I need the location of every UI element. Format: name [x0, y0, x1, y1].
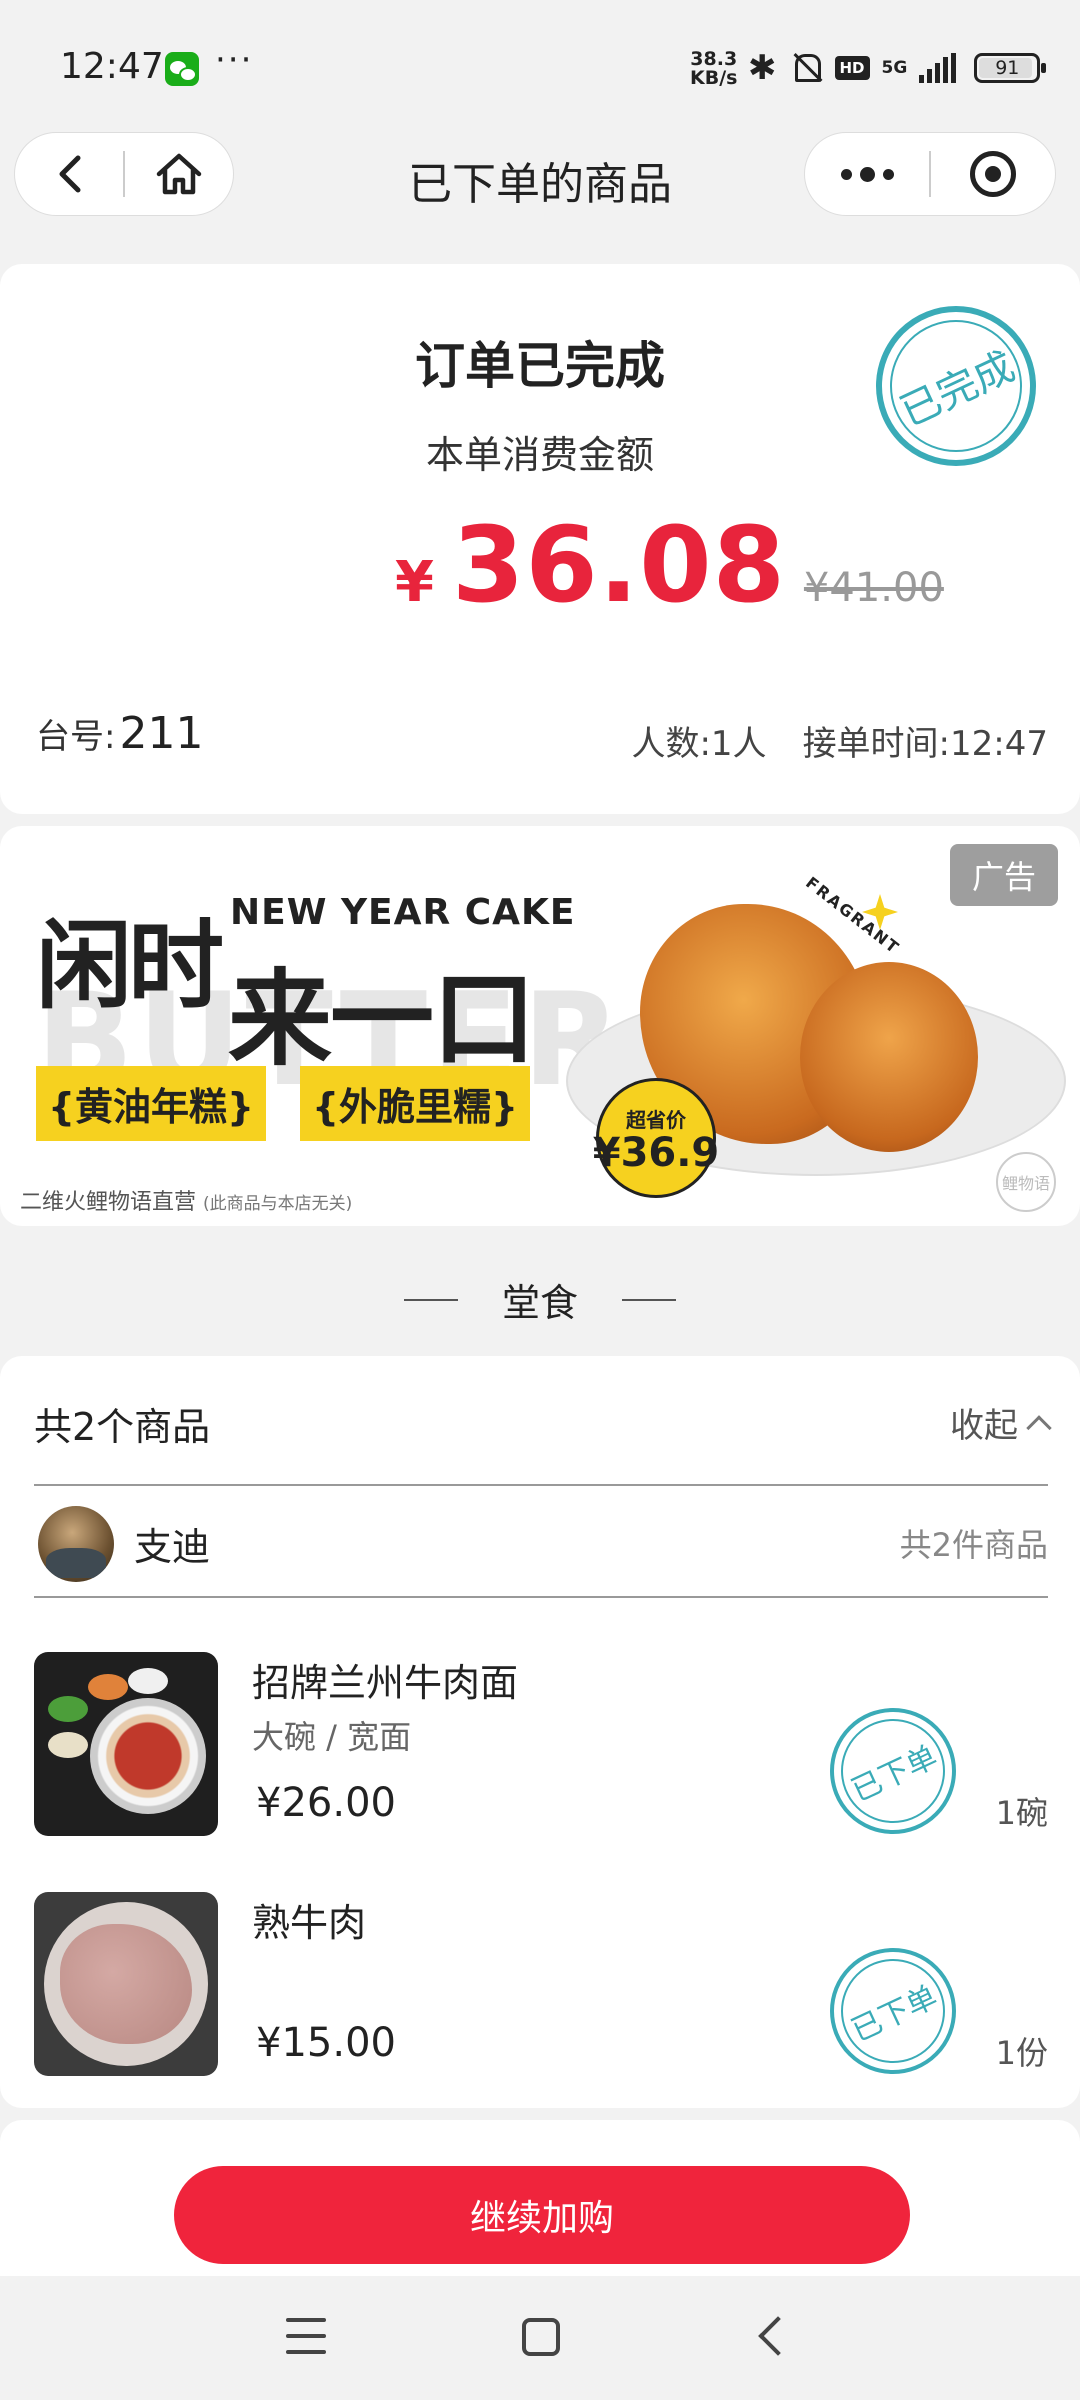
battery-icon: 91	[974, 53, 1047, 83]
item-quantity: 1碗	[995, 1794, 1048, 1832]
ad-footer: 二维火鲤物语直营 (此商品与本店无关)	[20, 1184, 352, 1216]
ordered-items-card: 共2个商品 收起 支迪 共2件商品 招牌兰州牛肉面 大碗 / 宽面 ¥26.00…	[0, 1356, 1080, 2108]
collapse-button[interactable]: 收起	[950, 1398, 1052, 1447]
table-number: 台号: 211	[36, 708, 203, 759]
item-quantity: 1份	[995, 2034, 1048, 2072]
more-dots-icon	[840, 168, 852, 180]
currency-symbol: ¥	[395, 550, 434, 615]
recent-apps-icon[interactable]	[286, 2318, 326, 2354]
cooked-beef-image	[34, 1892, 218, 2076]
order-summary-card: 订单已完成 本单消费金额 ¥ 36.08 ¥41.00 已完成 台号: 211 …	[0, 264, 1080, 814]
bottom-action-bar: 继续加购	[0, 2120, 1080, 2276]
cake-image	[800, 962, 978, 1152]
list-item: 熟牛肉 ¥15.00 已下单 1份	[0, 1892, 1080, 2078]
more-button[interactable]	[805, 132, 929, 216]
item-price: ¥15.00	[256, 2020, 396, 2066]
orderer-name: 支迪	[134, 1525, 211, 1569]
order-time: 接单时间:12:47	[802, 724, 1048, 764]
ordered-stamp: 已下单	[830, 1948, 956, 2074]
ad-disclaimer: (此商品与本店无关)	[203, 1194, 353, 1214]
people-count: 人数:1人	[631, 724, 767, 764]
items-count: 共2个商品	[34, 1405, 211, 1449]
ad-badge-label: 超省价	[626, 1107, 686, 1132]
ordered-stamp-text: 已下单	[846, 1979, 943, 2050]
completed-stamp-text: 已完成	[893, 343, 1022, 436]
original-price: ¥41.00	[803, 565, 944, 611]
ad-advertiser: 二维火鲤物语直营	[20, 1190, 197, 1215]
continue-ordering-button[interactable]: 继续加购	[174, 2166, 910, 2264]
section-header: 堂食	[0, 1272, 1080, 1327]
system-back-icon[interactable]	[758, 2316, 798, 2356]
completed-stamp: 已完成	[876, 306, 1036, 466]
network-speed: 38.3 KB/s	[690, 50, 737, 88]
ad-badge-price: ¥36.9	[592, 1129, 720, 1176]
divider	[34, 1484, 1048, 1486]
ad-headline-en: NEW YEAR CAKE	[230, 892, 576, 933]
ad-tag-butter: {黄油年糕}	[36, 1066, 267, 1141]
orderer-item-total: 共2件商品	[899, 1526, 1048, 1564]
table-label: 台号:	[36, 717, 116, 757]
item-price: ¥26.00	[256, 1780, 396, 1826]
system-nav-bar	[0, 2276, 1080, 2400]
section-rule-left	[403, 1298, 458, 1301]
ad-banner[interactable]: BUTTER 闲时 NEW YEAR CAKE 来一口 {黄油年糕} {外脆里糯…	[0, 826, 1080, 1226]
section-rule-right	[622, 1298, 676, 1301]
battery-level: 91	[995, 57, 1020, 79]
mute-bell-icon	[789, 50, 823, 86]
network-type: 5G	[881, 57, 908, 78]
ordered-stamp-text: 已下单	[846, 1739, 943, 1810]
order-amount: ¥ 36.08 ¥41.00	[395, 504, 944, 626]
collapse-label: 收起	[950, 1406, 1018, 1446]
ad-headline-2: 来一口	[228, 958, 536, 1080]
beef-noodle-image	[34, 1652, 218, 1836]
status-time: 12:47	[60, 46, 164, 87]
nav-right-capsule	[804, 132, 1056, 216]
hd-icon: HD	[834, 56, 870, 80]
brand-watermark: 鲤物语	[996, 1152, 1056, 1212]
close-target-icon	[970, 151, 1016, 197]
bluetooth-icon: ✱	[748, 48, 777, 88]
status-icons: ✱ HD 5G 91	[748, 48, 1047, 88]
status-bar: 12:47 ··· 38.3 KB/s ✱ HD 5G 91	[0, 0, 1080, 130]
close-button[interactable]	[931, 132, 1055, 216]
ad-tag-crispy: {外脆里糯}	[300, 1066, 531, 1141]
status-more: ···	[215, 40, 254, 80]
amount-value: 36.08	[451, 504, 786, 626]
ordered-stamp: 已下单	[830, 1708, 956, 1834]
signal-icon	[919, 53, 957, 83]
item-name: 招牌兰州牛肉面	[252, 1661, 519, 1705]
order-meta: 人数:1人 接单时间:12:47	[631, 716, 1048, 765]
avatar	[38, 1506, 114, 1582]
divider	[34, 1596, 1048, 1598]
ad-headline-1: 闲时	[36, 910, 224, 1022]
system-home-icon[interactable]	[522, 2318, 560, 2356]
list-item: 招牌兰州牛肉面 大碗 / 宽面 ¥26.00 已下单 1碗	[0, 1652, 1080, 1838]
network-speed-unit: KB/s	[690, 67, 738, 89]
orderer-row: 支迪 共2件商品	[0, 1496, 1080, 1592]
chevron-up-icon	[1026, 1414, 1052, 1441]
ad-label: 广告	[949, 844, 1058, 906]
section-title: 堂食	[501, 1281, 578, 1325]
table-value: 211	[119, 708, 204, 759]
item-spec: 大碗 / 宽面	[252, 1718, 412, 1756]
wechat-icon	[165, 52, 199, 86]
ad-price-badge: 超省价 ¥36.9	[593, 1078, 719, 1198]
item-name: 熟牛肉	[252, 1901, 367, 1945]
